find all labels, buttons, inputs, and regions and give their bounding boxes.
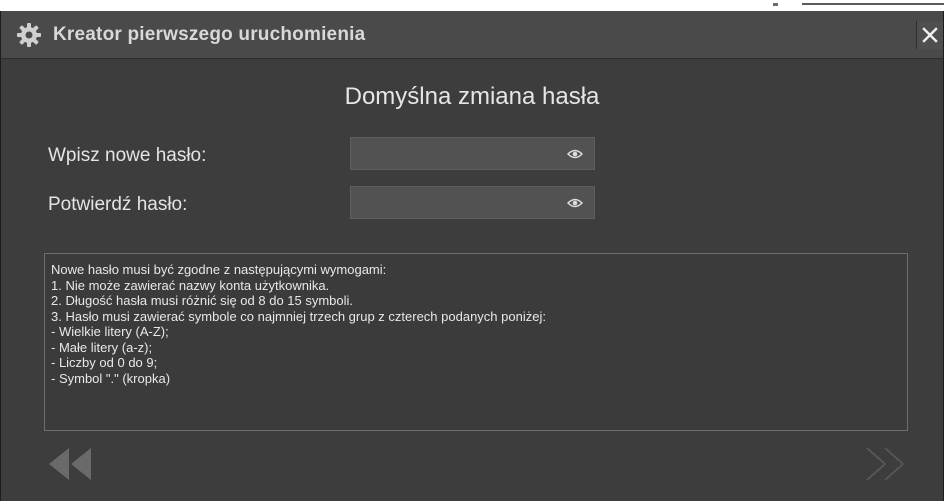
back-button[interactable] [45, 444, 97, 484]
background-strip [0, 0, 944, 11]
requirements-line: 1. Nie może zawierać nazwy konta użytkow… [51, 277, 330, 293]
close-button[interactable] [916, 21, 943, 49]
requirements-line: 2. Długość hasła musi różnić się od 8 do… [51, 293, 354, 308]
double-chevron-right-icon [866, 447, 905, 481]
password-requirements-box: Nowe hasło musi być zgodne z następujący… [44, 253, 908, 431]
requirements-line: 3. Hasło musi zawierać symbole co najmni… [51, 308, 546, 324]
confirm-password-label: Potwierdź hasło: [48, 194, 188, 215]
requirements-line: Nowe hasło musi być zgodne z następujący… [51, 262, 387, 277]
requirements-line: - Liczby od 0 do 9; [51, 355, 158, 370]
title-bar: Kreator pierwszego uruchomienia [1, 11, 943, 59]
gear-icon [17, 23, 41, 47]
new-password-input[interactable] [351, 138, 561, 169]
first-run-wizard-dialog: Kreator pierwszego uruchomienia Domyślna… [0, 11, 944, 501]
new-password-field[interactable] [350, 137, 595, 170]
forward-button[interactable] [863, 444, 911, 484]
requirements-line: - Wielkie litery (A-Z); [51, 324, 169, 339]
eye-icon[interactable] [567, 148, 583, 160]
new-password-label: Wpisz nowe hasło: [48, 145, 207, 166]
requirements-line: - Małe litery (a-z); [51, 339, 153, 355]
requirements-line: - Symbol "." (kropka) [51, 370, 171, 386]
page-heading: Domyślna zmiana hasła [344, 83, 600, 110]
confirm-password-input[interactable] [351, 187, 561, 218]
window-title: Kreator pierwszego uruchomienia [53, 24, 366, 45]
background-mark [773, 3, 778, 6]
eye-icon[interactable] [567, 197, 583, 209]
close-icon [922, 27, 938, 43]
confirm-password-field[interactable] [350, 186, 595, 219]
background-mark [802, 3, 944, 5]
double-chevron-left-icon [49, 448, 91, 480]
